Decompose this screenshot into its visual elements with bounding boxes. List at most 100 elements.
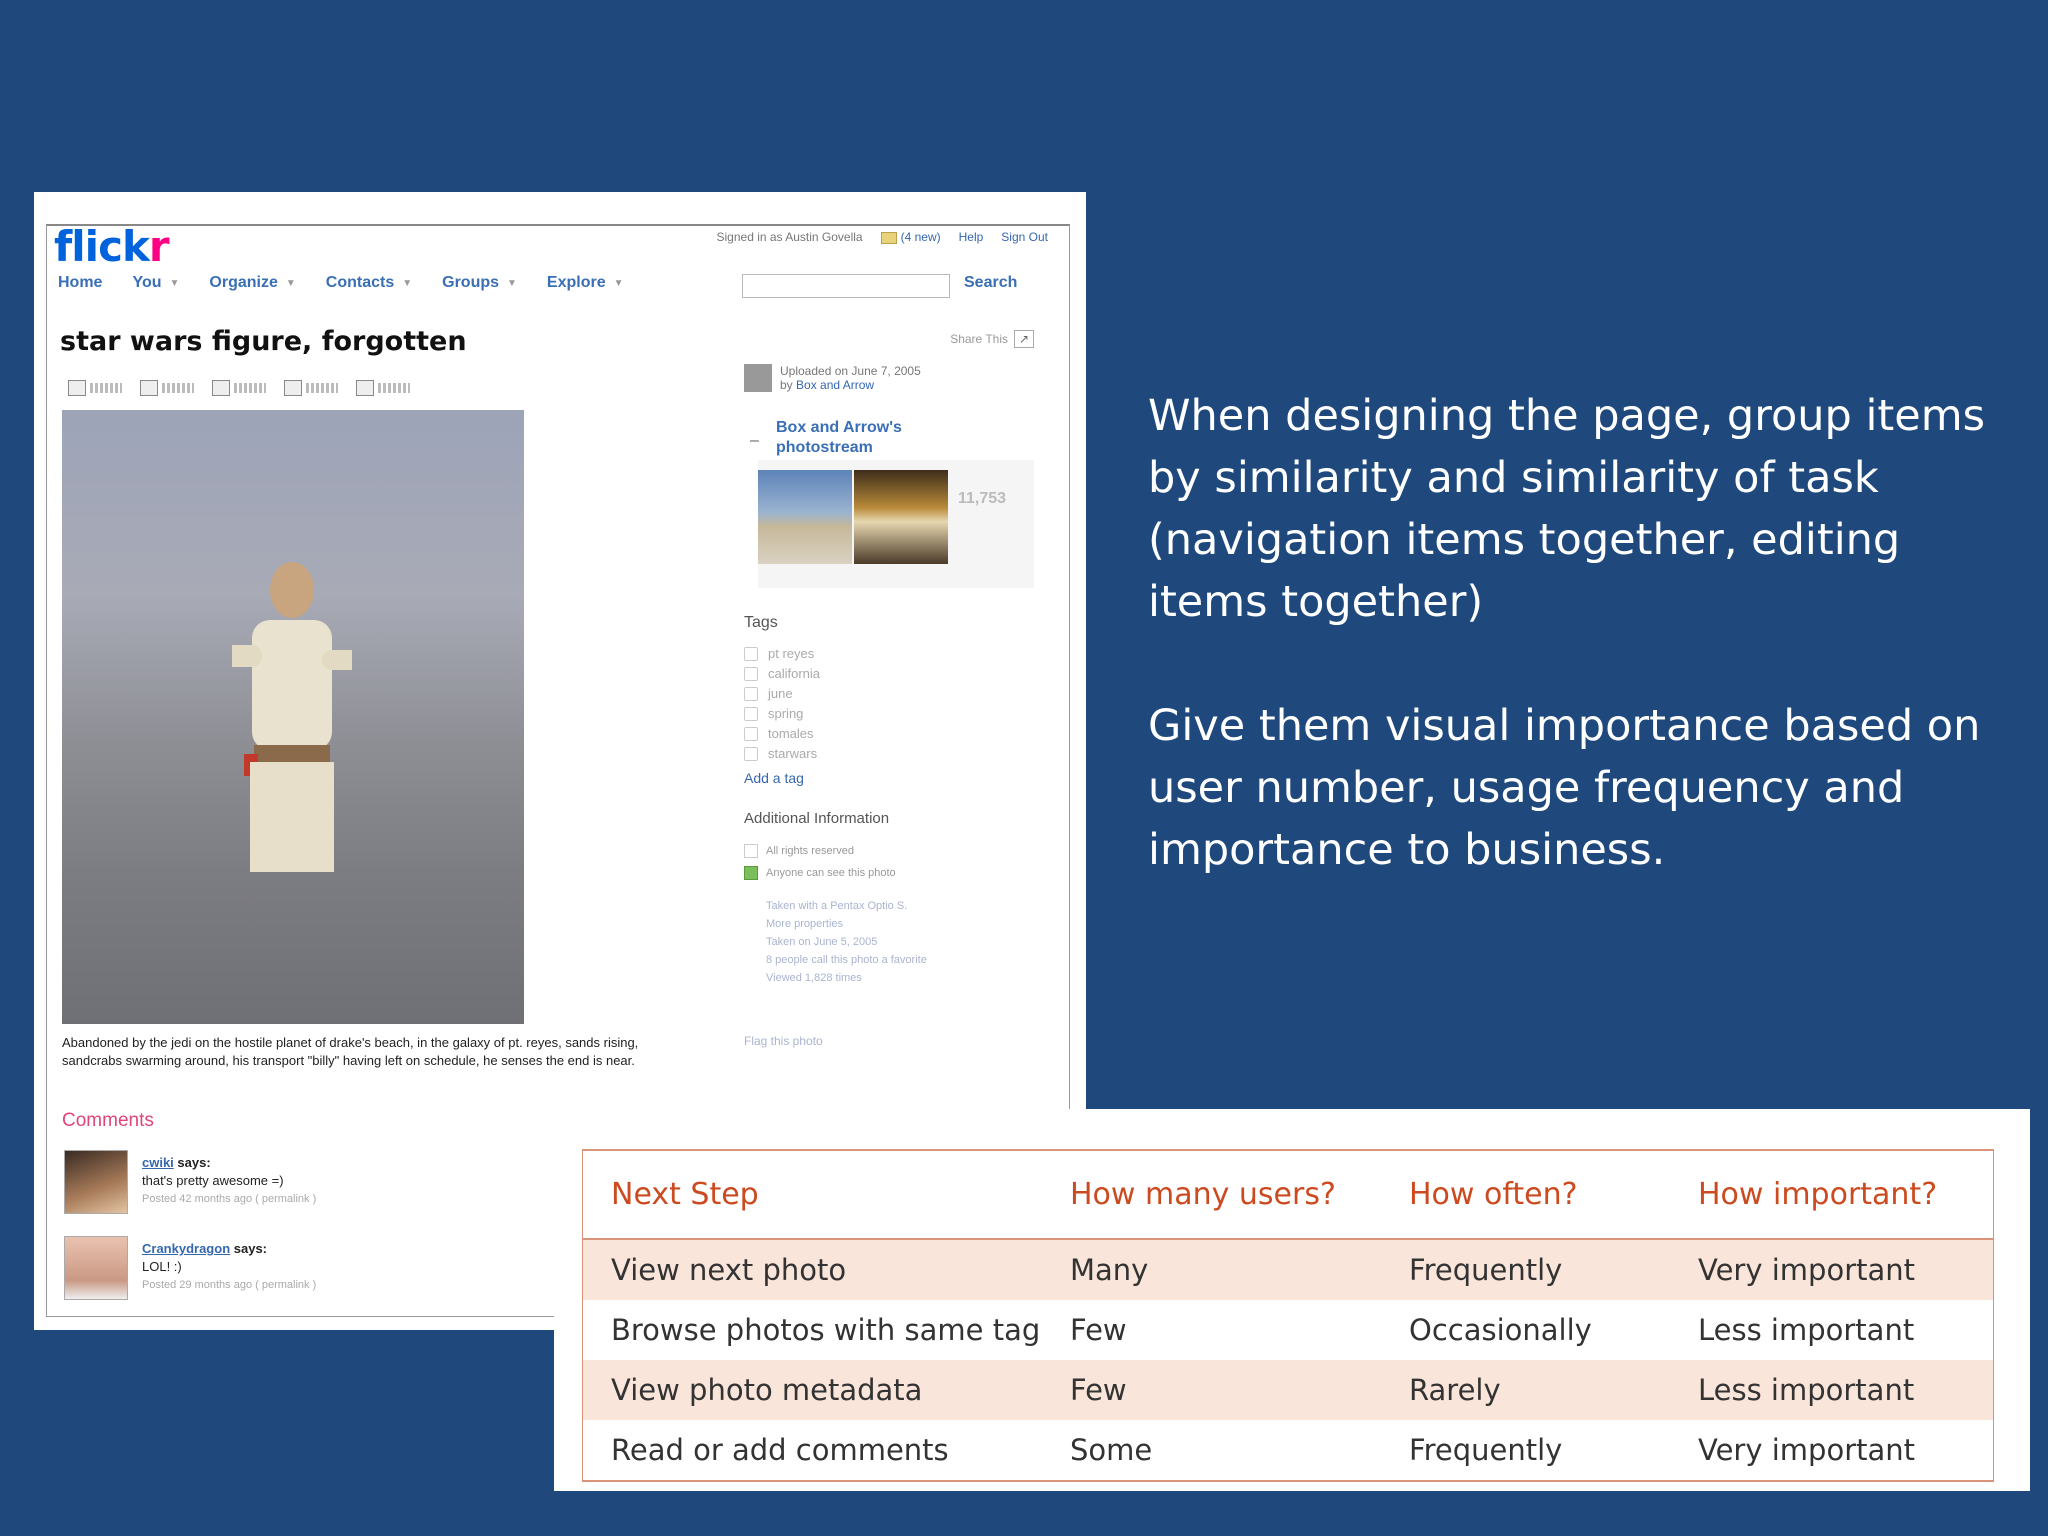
magnifier-icon [284, 380, 302, 396]
comment-meta: Posted 42 months ago ( permalink ) [142, 1193, 317, 1205]
all-sizes-tool[interactable] [284, 380, 338, 396]
mail-link[interactable]: (4 new) [880, 230, 941, 244]
nav-you[interactable]: You ▼ [132, 274, 179, 292]
uploader-link[interactable]: Box and Arrow [796, 378, 874, 392]
tag-item[interactable]: starwars [744, 746, 817, 761]
tag-item[interactable]: tomales [744, 726, 814, 741]
privacy-row: Anyone can see this photo [744, 866, 896, 880]
tag-icon [744, 706, 758, 721]
add-to-faves-tool[interactable] [68, 380, 122, 396]
more-properties-link[interactable]: More properties [766, 918, 843, 930]
nav-groups[interactable]: Groups ▼ [442, 274, 517, 292]
add-tag-link[interactable]: Add a tag [744, 770, 804, 786]
tag-item[interactable]: spring [744, 706, 803, 721]
blog-this-tool[interactable] [212, 380, 266, 396]
table-cell: Frequently [1381, 1239, 1670, 1300]
table-cell: Few [1042, 1360, 1381, 1420]
public-icon [744, 866, 758, 880]
nav-home[interactable]: Home [58, 274, 102, 292]
table-row: View photo metadata Few Rarely Less impo… [582, 1360, 1994, 1420]
views-count: Viewed 1,828 times [766, 972, 862, 984]
upload-info: Uploaded on June 7, 2005 by Box and Arro… [744, 364, 921, 392]
table-cell: Very important [1670, 1239, 1994, 1300]
table-row: View next photo Many Frequently Very imp… [582, 1239, 1994, 1300]
comment-item: cwiki says: that's pretty awesome =) Pos… [64, 1150, 316, 1214]
comment-text: LOL! :) [142, 1259, 182, 1274]
comment-item: Crankydragon says: LOL! :) Posted 29 mon… [64, 1236, 316, 1300]
account-bar: Signed in as Austin Govella (4 new) Help… [717, 230, 1049, 244]
tag-icon [744, 646, 758, 661]
photo-caption: Abandoned by the jedi on the hostile pla… [62, 1035, 639, 1068]
table-cell: View next photo [582, 1239, 1042, 1300]
tag-item[interactable]: pt reyes [744, 646, 814, 661]
share-this-button[interactable]: Share This ↗ [950, 330, 1034, 348]
chevron-down-icon[interactable]: ▼ [169, 278, 179, 289]
tag-icon [744, 726, 758, 741]
chevron-down-icon[interactable]: ▼ [402, 278, 412, 289]
flag-photo-link[interactable]: Flag this photo [744, 1034, 823, 1048]
note-icon [140, 380, 158, 396]
main-nav: Home You ▼ Organize ▼ Contacts ▼ Groups ▼ Ex… [58, 274, 624, 292]
avatar[interactable] [64, 1236, 128, 1300]
table-cell: Less important [1670, 1360, 1994, 1420]
comment-meta: Posted 29 months ago ( permalink ) [142, 1279, 317, 1291]
header-how-many-users: How many users? [1042, 1150, 1381, 1240]
avatar[interactable] [64, 1150, 128, 1214]
photo-toolbar [68, 380, 410, 396]
nav-explore[interactable]: Explore ▼ [547, 274, 624, 292]
photostream-count: 11,753 [958, 490, 1007, 507]
table-cell: Some [1042, 1420, 1381, 1481]
tag-item[interactable]: june [744, 686, 793, 701]
tag-icon [744, 666, 758, 681]
comment-user-link[interactable]: cwiki [142, 1155, 174, 1170]
printer-icon [356, 380, 374, 396]
previous-photo-thumb[interactable] [758, 470, 852, 564]
nav-contacts[interactable]: Contacts ▼ [326, 274, 412, 292]
next-photo-thumb[interactable] [854, 470, 948, 564]
camera-link[interactable]: Taken with a Pentax Optio S. [766, 900, 907, 912]
photostream-context: 11,753 [758, 460, 1034, 588]
comment-text: that's pretty awesome =) [142, 1173, 284, 1188]
comment-user-link[interactable]: Crankydragon [142, 1241, 230, 1256]
chevron-down-icon[interactable]: ▼ [614, 278, 624, 289]
search-button[interactable]: Search [964, 274, 1017, 292]
add-note-tool[interactable] [140, 380, 194, 396]
action-figure-image [232, 562, 352, 872]
task-priority-table: Next Step How many users? How often? How… [582, 1149, 1994, 1482]
share-icon: ↗ [1014, 330, 1034, 348]
table-header-row: Next Step How many users? How often? How… [582, 1150, 1994, 1240]
tag-item[interactable]: california [744, 666, 820, 681]
flickr-logo[interactable]: flickr [54, 222, 170, 271]
table-row: Browse photos with same tag Few Occasion… [582, 1300, 1994, 1360]
chevron-down-icon[interactable]: ▼ [507, 278, 517, 289]
favorites-link[interactable]: 8 people call this photo a favorite [766, 954, 927, 966]
slide-text: When designing the page, group items by … [1148, 385, 2008, 943]
photostream-link[interactable]: Box and Arrow's photostream [776, 418, 936, 458]
photo-title: star wars figure, forgotten [60, 326, 467, 357]
table-cell: Read or add comments [582, 1420, 1042, 1481]
taken-on-link[interactable]: Taken on June 5, 2005 [766, 936, 877, 948]
search-input[interactable] [742, 274, 950, 298]
task-priority-panel: Next Step How many users? How often? How… [554, 1109, 2030, 1491]
table-cell: Few [1042, 1300, 1381, 1360]
table-row: Read or add comments Some Frequently Ver… [582, 1420, 1994, 1481]
help-link[interactable]: Help [959, 230, 984, 244]
star-icon [68, 380, 86, 396]
collapse-icon[interactable]: – [750, 432, 759, 450]
table-cell: Frequently [1381, 1420, 1670, 1481]
slide-paragraph-2: Give them visual importance based on use… [1148, 701, 1981, 875]
main-photo[interactable] [62, 410, 524, 1024]
header-how-often: How often? [1381, 1150, 1670, 1240]
copyright-icon [744, 844, 758, 858]
table-cell: Less important [1670, 1300, 1994, 1360]
nav-organize[interactable]: Organize ▼ [209, 274, 295, 292]
tag-icon [744, 686, 758, 701]
additional-info-heading: Additional Information [744, 810, 890, 827]
uploader-buddy-icon[interactable] [744, 364, 772, 392]
order-prints-tool[interactable] [356, 380, 410, 396]
table-cell: Occasionally [1381, 1300, 1670, 1360]
sign-out-link[interactable]: Sign Out [1001, 230, 1048, 244]
header-how-important: How important? [1670, 1150, 1994, 1240]
chevron-down-icon[interactable]: ▼ [286, 278, 296, 289]
table-cell: Rarely [1381, 1360, 1670, 1420]
